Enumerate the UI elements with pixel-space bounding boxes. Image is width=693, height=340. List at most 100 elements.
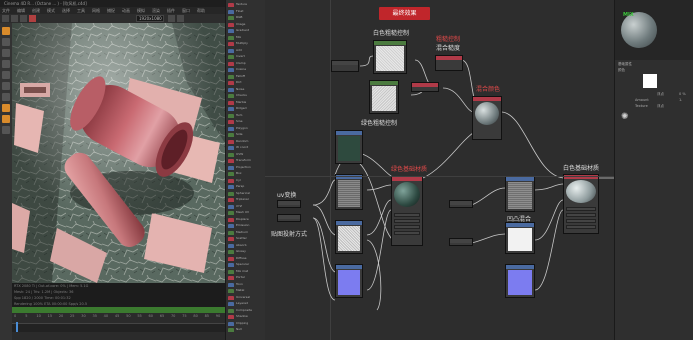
node-list-item[interactable]: Glossy — [228, 249, 264, 254]
node-list-item[interactable]: Marble — [228, 100, 264, 105]
node-list-item[interactable]: Mix — [228, 35, 264, 40]
node-editor[interactable]: 最终效果 白色粗糙控制 粗糙控制 混合糙度 绿色粗糙控制 混合颜色 绿色基础材质… — [265, 0, 614, 340]
node-list-item[interactable]: UVW — [228, 152, 264, 157]
node-list-item[interactable]: Mix mat — [228, 269, 264, 274]
menu-simulate[interactable]: 模拟 — [137, 7, 145, 14]
node-list-item[interactable]: RGB — [228, 15, 264, 20]
bump-float-node-2[interactable] — [449, 238, 473, 246]
stop-icon[interactable] — [20, 15, 27, 22]
menu-animate[interactable]: 动画 — [122, 7, 130, 14]
node-list-item[interactable]: Layered — [228, 301, 264, 306]
menu-snap[interactable]: 捕捉 — [107, 7, 115, 14]
node-list-item[interactable]: Falloff — [228, 74, 264, 79]
node-list-item[interactable]: Specular — [228, 262, 264, 267]
record-icon[interactable] — [29, 15, 36, 22]
node-list-item[interactable]: Image — [228, 22, 264, 27]
menu-render[interactable]: 渲染 — [152, 7, 160, 14]
node-list-item[interactable]: Texture — [228, 2, 264, 7]
node-list-item[interactable]: Spherical — [228, 191, 264, 196]
render-viewport[interactable] — [12, 23, 225, 283]
uv-tool-icon[interactable] — [2, 104, 10, 112]
polygons-tool-icon[interactable] — [2, 93, 10, 101]
node-list-item[interactable]: Clamp — [228, 61, 264, 66]
noise-texture-node[interactable] — [335, 174, 363, 210]
timeline-track[interactable] — [12, 323, 225, 332]
node-list-item[interactable]: Polygon — [228, 126, 264, 131]
node-list-item[interactable]: Gradient — [228, 28, 264, 33]
node-list-item[interactable]: Scatter — [228, 236, 264, 241]
menu-mesh[interactable]: 网格 — [92, 7, 100, 14]
green-color-node[interactable] — [335, 130, 363, 164]
node-list-item[interactable]: Transform — [228, 158, 264, 163]
menu-edit[interactable]: 编辑 — [17, 7, 25, 14]
resolution-select[interactable]: 1920x1080 — [136, 15, 164, 22]
bump-normal-node[interactable] — [505, 264, 535, 298]
node-list-item[interactable]: Universal — [228, 295, 264, 300]
node-list-item[interactable]: Emission — [228, 223, 264, 228]
node-list-item[interactable]: Turb — [228, 113, 264, 118]
node-list-item[interactable]: Shadow — [228, 314, 264, 319]
float-node[interactable] — [331, 60, 359, 72]
menu-file[interactable]: 文件 — [2, 7, 10, 14]
rough-mix-node[interactable] — [411, 82, 439, 92]
timeline[interactable]: 0 5 10 15 20 25 30 35 40 45 50 55 60 65 70 75 80 85 90 — [12, 313, 225, 340]
node-list-item[interactable]: Checks — [228, 93, 264, 98]
pause-icon[interactable] — [11, 15, 18, 22]
menu-create[interactable]: 创建 — [32, 7, 40, 14]
menu-help[interactable]: 帮助 — [197, 7, 205, 14]
node-list-item[interactable]: Clipping — [228, 321, 264, 326]
node-list-item[interactable]: Absorb — [228, 243, 264, 248]
green-rough-node[interactable] — [369, 80, 399, 114]
node-list-item[interactable]: Metal — [228, 288, 264, 293]
node-list-item[interactable]: Noise — [228, 87, 264, 92]
node-list-item[interactable]: Ridged — [228, 106, 264, 111]
move-tool-icon[interactable] — [2, 27, 10, 35]
bump-texture-node[interactable] — [505, 176, 535, 212]
gear-icon[interactable]: ✺ — [621, 113, 629, 122]
axis-tool-icon[interactable] — [2, 115, 10, 123]
node-list-item[interactable]: Dirt — [228, 80, 264, 85]
uv-transform-node[interactable] — [277, 200, 301, 208]
white-base-material-node[interactable] — [563, 174, 599, 234]
node-list-item[interactable]: Portal — [228, 275, 264, 280]
menu-tools[interactable]: 工具 — [77, 7, 85, 14]
edges-tool-icon[interactable] — [2, 82, 10, 90]
node-list-item[interactable]: Medium — [228, 230, 264, 235]
node-list-item[interactable]: Persp — [228, 184, 264, 189]
color-swatch[interactable] — [643, 74, 657, 88]
menu-plugins[interactable]: 插件 — [167, 7, 175, 14]
playhead[interactable] — [16, 322, 18, 332]
node-list-item[interactable]: Mesh UV — [228, 210, 264, 215]
normal-map-node[interactable] — [335, 264, 363, 298]
node-list-item[interactable]: Toon — [228, 282, 264, 287]
attr-value[interactable]: 0 % — [679, 92, 686, 97]
node-list-item[interactable]: Side — [228, 132, 264, 137]
node-list-item[interactable]: Triplanar — [228, 197, 264, 202]
white-rough-node[interactable] — [373, 40, 407, 74]
menu-select[interactable]: 选择 — [62, 7, 70, 14]
zoom-icon[interactable] — [168, 15, 175, 22]
node-list-item[interactable]: Invert — [228, 54, 264, 59]
node-list-item[interactable]: Add — [228, 48, 264, 53]
settings-icon[interactable] — [177, 15, 184, 22]
node-list-item[interactable]: W coord — [228, 145, 264, 150]
node-list-item[interactable]: Multiply — [228, 41, 264, 46]
render-icon[interactable] — [2, 15, 9, 22]
menu-mode[interactable]: 模式 — [47, 7, 55, 14]
snap-tool-icon[interactable] — [2, 126, 10, 134]
rotate-tool-icon[interactable] — [2, 49, 10, 57]
node-list-item[interactable]: Displace — [228, 217, 264, 222]
green-base-material-node[interactable] — [391, 176, 423, 246]
scale-tool-icon[interactable] — [2, 38, 10, 46]
node-list-item[interactable]: XYZ — [228, 204, 264, 209]
node-list-item[interactable]: Composite — [228, 308, 264, 313]
points-tool-icon[interactable] — [2, 71, 10, 79]
node-list-item[interactable]: Random — [228, 139, 264, 144]
mix-material-top-node[interactable] — [472, 96, 502, 140]
bump-float-node[interactable] — [449, 200, 473, 208]
node-list-item[interactable]: Sine — [228, 119, 264, 124]
object-tool-icon[interactable] — [2, 60, 10, 68]
attr-value[interactable]: 1. — [679, 98, 682, 103]
node-list-item[interactable]: Projection — [228, 165, 264, 170]
projection-node[interactable] — [277, 214, 301, 222]
